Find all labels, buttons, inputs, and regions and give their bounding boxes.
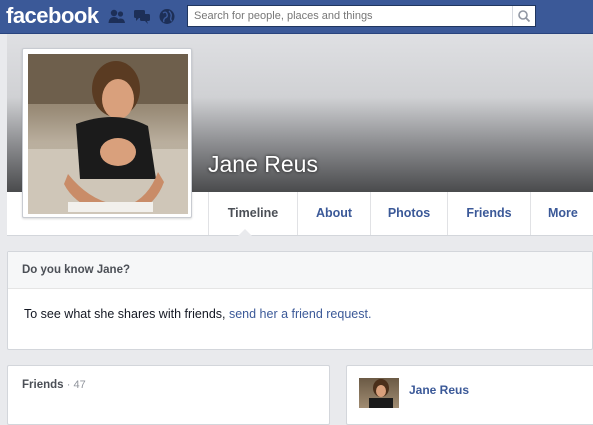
tab-friends[interactable]: Friends: [448, 192, 531, 235]
profile-picture[interactable]: [22, 48, 192, 218]
friends-title[interactable]: Friends · 47: [22, 379, 86, 391]
friends-panel: Friends · 47: [7, 365, 330, 425]
send-friend-request-link[interactable]: send her a friend request.: [229, 307, 371, 321]
top-bar: facebook: [0, 0, 593, 34]
do-you-know-header: Do you know Jane?: [8, 252, 592, 289]
tab-more[interactable]: More: [531, 192, 593, 260]
facebook-logo[interactable]: facebook: [6, 3, 99, 29]
active-tab-indicator: [238, 229, 252, 236]
search-box: [187, 5, 536, 27]
search-input[interactable]: [188, 6, 510, 26]
post-panel: Jane Reus: [346, 365, 593, 425]
tab-more-label: More: [548, 206, 578, 220]
do-you-know-title: Do you know Jane?: [22, 264, 130, 276]
do-you-know-panel: Do you know Jane? To see what she shares…: [7, 251, 593, 350]
do-you-know-text: To see what she shares with friends,: [24, 307, 229, 321]
search-button[interactable]: [512, 6, 535, 26]
tab-about[interactable]: About: [298, 192, 371, 235]
profile-photo-image: [28, 54, 188, 214]
tab-photos[interactable]: Photos: [371, 192, 448, 235]
tab-timeline[interactable]: Timeline: [208, 192, 298, 235]
friends-count: · 47: [66, 379, 86, 391]
friends-label: Friends: [22, 379, 64, 391]
notifications-icon[interactable]: [158, 8, 176, 25]
friend-requests-icon[interactable]: [108, 8, 126, 25]
profile-name[interactable]: Jane Reus: [208, 150, 318, 178]
do-you-know-message: To see what she shares with friends, sen…: [24, 307, 371, 321]
post-author-avatar[interactable]: [359, 378, 399, 408]
post-author-name[interactable]: Jane Reus: [409, 383, 469, 397]
search-icon: [513, 10, 535, 30]
messages-icon[interactable]: [133, 8, 151, 25]
